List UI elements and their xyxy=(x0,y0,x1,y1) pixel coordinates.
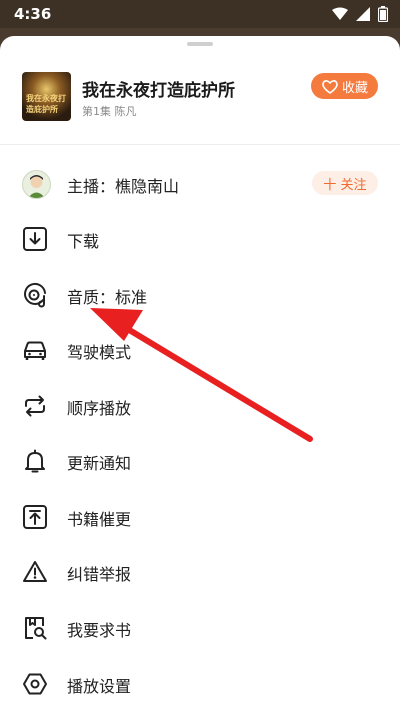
upload-box-icon xyxy=(23,505,47,529)
car-icon xyxy=(24,341,46,360)
menu-item-label: 顺序播放 xyxy=(67,399,132,418)
cover-title-art: 我在永夜打造庇护所 xyxy=(26,94,66,114)
download-icon xyxy=(23,227,47,251)
sound-quality-icon xyxy=(24,282,46,308)
menu-item-play-settings[interactable]: 播放设置 xyxy=(0,663,400,703)
settings-hexagon-icon xyxy=(23,673,47,695)
warning-icon xyxy=(23,561,47,582)
favorite-button[interactable]: 收藏 xyxy=(311,73,378,99)
menu-item-label: 纠错举报 xyxy=(67,565,132,584)
menu-item-label: 播放设置 xyxy=(67,677,132,696)
signal-icon xyxy=(356,7,370,21)
bell-icon xyxy=(25,449,45,473)
bottom-sheet: 我在永夜打造庇护所 我在永夜打造庇护所 第1集 陈凡 收藏 主播：樵隐南山 十 … xyxy=(0,36,400,711)
menu-item-urge-update[interactable]: 书籍催更 xyxy=(0,496,400,536)
book-title: 我在永夜打造庇护所 xyxy=(82,81,235,101)
favorite-label: 收藏 xyxy=(341,80,368,96)
avatar-figure-icon xyxy=(28,175,45,198)
book-meta: 第1集 陈凡 xyxy=(82,105,137,118)
menu-item-label: 书籍催更 xyxy=(67,510,132,529)
divider xyxy=(0,144,400,145)
menu-item-update-notification[interactable]: 更新通知 xyxy=(0,440,400,480)
battery-icon xyxy=(378,6,388,22)
status-time: 4:36 xyxy=(14,5,52,23)
menu-item-sound-quality[interactable]: 音质：标准 xyxy=(0,274,400,314)
menu-item-label: 音质：标准 xyxy=(67,288,148,307)
drag-handle[interactable] xyxy=(187,42,213,46)
menu-item-report[interactable]: 纠错举报 xyxy=(0,551,400,591)
host-row[interactable]: 主播：樵隐南山 十 关注 xyxy=(0,163,400,203)
menu-item-label: 下载 xyxy=(67,232,100,251)
menu-item-label: 我要求书 xyxy=(67,621,132,640)
menu-item-download[interactable]: 下载 xyxy=(0,218,400,258)
follow-button[interactable]: 十 关注 xyxy=(312,171,378,195)
wifi-icon xyxy=(332,7,348,20)
menu-item-label: 更新通知 xyxy=(67,454,132,473)
menu-item-request-book[interactable]: 我要求书 xyxy=(0,607,400,647)
book-cover[interactable]: 我在永夜打造庇护所 xyxy=(22,72,71,121)
status-bar: 4:36 xyxy=(0,0,400,28)
host-label: 主播：樵隐南山 xyxy=(67,177,180,196)
book-search-icon xyxy=(25,617,47,640)
avatar[interactable] xyxy=(22,170,51,199)
menu-item-driving-mode[interactable]: 驾驶模式 xyxy=(0,329,400,369)
status-icons xyxy=(332,6,388,22)
repeat-icon xyxy=(25,395,45,417)
heart-icon xyxy=(322,79,338,94)
menu-item-label: 驾驶模式 xyxy=(67,343,132,362)
menu-item-play-order[interactable]: 顺序播放 xyxy=(0,385,400,425)
